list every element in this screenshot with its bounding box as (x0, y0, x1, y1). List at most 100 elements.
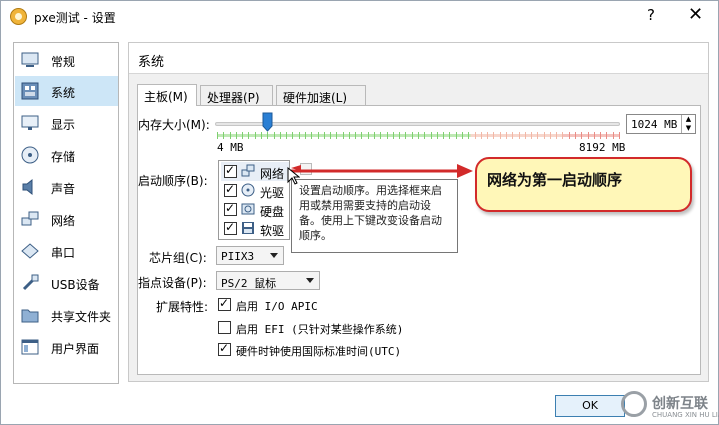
boot-item-optical[interactable]: 光驱 (221, 181, 289, 200)
slider-tick (292, 132, 294, 139)
boot-item-label: 光驱 (260, 186, 285, 200)
slider-tick (355, 132, 357, 139)
tab-processor[interactable]: 处理器(P) (200, 85, 273, 106)
extended-features-label: 扩展特性: (156, 300, 209, 314)
memory-min-label: 4 MB (217, 141, 244, 154)
page-title: 系统 (138, 55, 165, 70)
sidebar-item-system[interactable]: 系统 (15, 76, 118, 106)
boot-item-hard-disk[interactable]: 硬盘 (221, 200, 289, 219)
efi-label: 启用 EFI (只针对某些操作系统) (236, 323, 404, 336)
memory-slider-handle[interactable] (262, 112, 273, 132)
boot-item-label: 硬盘 (260, 205, 285, 219)
memory-slider-scale (217, 132, 620, 139)
sidebar-item-storage[interactable]: 存储 (15, 140, 118, 170)
slider-tick (260, 132, 262, 139)
slider-tick (248, 132, 250, 139)
slider-tick (568, 132, 570, 139)
slider-tick (374, 132, 376, 139)
memory-max-label: 8192 MB (579, 141, 626, 154)
window-title: pxe测试 - 设置 (34, 11, 116, 25)
slider-tick (323, 132, 325, 139)
memory-value: 1024 MB (631, 118, 678, 131)
slider-tick (223, 132, 225, 139)
tab-motherboard[interactable]: 主板(M) (137, 84, 197, 106)
chipset-select[interactable]: PIIX3 (216, 246, 284, 265)
slider-tick (392, 132, 394, 139)
sidebar-item-network[interactable]: 网络 (15, 204, 118, 234)
boot-item-network[interactable]: 网络 (221, 162, 289, 181)
slider-tick (298, 132, 300, 139)
slider-tick (606, 132, 608, 139)
sidebar-item-label: 用户界面 (51, 342, 100, 356)
sidebar-item-audio[interactable]: 声音 (15, 172, 118, 202)
display-icon (21, 115, 39, 130)
boot-item-floppy[interactable]: 软驱 (221, 219, 289, 238)
slider-tick (468, 132, 470, 139)
ok-button[interactable]: OK (555, 395, 625, 417)
slider-tick (549, 132, 551, 139)
slider-tick (267, 132, 269, 139)
hard-disk-icon (241, 203, 255, 215)
memory-spinbox[interactable]: 1024 MB ▲ ▼ (626, 114, 696, 134)
boot-order-tooltip: 设置启动顺序。用选择框来启用或禁用需要支持的启动设备。使用上下键改变设备启动顺序… (291, 179, 458, 253)
pointing-device-select[interactable]: PS/2 鼠标 (216, 271, 320, 290)
memory-stepper[interactable]: ▲ ▼ (681, 115, 695, 133)
slider-tick (461, 132, 463, 139)
close-button[interactable]: ✕ (688, 4, 703, 25)
slider-tick (455, 132, 457, 139)
slider-tick (581, 132, 583, 139)
efi-checkbox[interactable] (218, 321, 231, 334)
slider-tick (537, 132, 539, 139)
slider-tick (242, 132, 244, 139)
sidebar-item-shared-folders[interactable]: 共享文件夹 (15, 300, 118, 330)
slider-tick (587, 132, 589, 139)
sidebar-item-label: 系统 (51, 86, 76, 100)
slider-tick (418, 132, 419, 139)
usb-icon (22, 274, 39, 291)
memory-slider-track[interactable] (215, 122, 620, 126)
slider-tick (512, 132, 514, 139)
sidebar-item-user-interface[interactable]: 用户界面 (15, 332, 118, 362)
boot-network-checkbox[interactable] (224, 163, 237, 178)
sidebar-item-serial-port[interactable]: 串口 (15, 236, 118, 266)
slider-tick (505, 132, 507, 139)
sidebar-item-general[interactable]: 常规 (15, 45, 118, 75)
tab-acceleration[interactable]: 硬件加速(L) (276, 85, 366, 106)
slider-tick (518, 132, 520, 139)
virtualbox-app-icon (10, 8, 27, 25)
mouse-cursor-icon (287, 167, 300, 185)
sidebar-item-usb[interactable]: USB设备 (15, 268, 118, 298)
chipset-value: PIIX3 (221, 250, 255, 263)
utc-clock-checkbox[interactable] (218, 341, 231, 356)
slider-tick (317, 132, 319, 139)
slider-tick (612, 132, 614, 139)
io-apic-checkbox[interactable] (218, 296, 231, 311)
network-icon (21, 211, 39, 226)
annotation-arrow (291, 164, 473, 178)
boot-hard-disk-checkbox[interactable] (224, 201, 237, 216)
slider-tick (217, 132, 218, 139)
help-button[interactable]: ? (647, 6, 655, 24)
sidebar-item-display[interactable]: 显示 (15, 108, 118, 138)
sidebar-item-label: 存储 (51, 150, 76, 164)
optical-drive-icon (241, 183, 255, 197)
utc-clock-label: 硬件时钟使用国际标准时间(UTC) (236, 345, 402, 358)
boot-item-label: 软驱 (260, 224, 285, 238)
watermark-text: 创新互联 (652, 396, 708, 412)
settings-sidebar: 常规 系统 显示 存储 声音 网络 串口 USB设备 共享文件夹 用户界面 (13, 42, 119, 384)
watermark-subtext: CHUANG XIN HU LIAN (652, 411, 719, 419)
slider-tick (543, 132, 545, 139)
storage-icon (21, 146, 39, 164)
shared-folder-icon (21, 309, 39, 323)
boot-floppy-checkbox[interactable] (224, 220, 237, 235)
slider-tick (286, 132, 288, 139)
watermark-logo: 创新互联 CHUANG XIN HU LIAN (621, 385, 719, 425)
chevron-down-icon (270, 253, 278, 258)
sidebar-item-label: 常规 (51, 55, 76, 69)
slider-tick (311, 132, 313, 139)
io-apic-label: 启用 I/O APIC (236, 300, 318, 313)
boot-order-label: 启动顺序(B): (138, 174, 208, 188)
slider-tick (342, 132, 344, 139)
boot-order-list[interactable]: 网络 光驱 硬盘 软驱 (218, 160, 290, 240)
boot-optical-checkbox[interactable] (224, 182, 237, 197)
